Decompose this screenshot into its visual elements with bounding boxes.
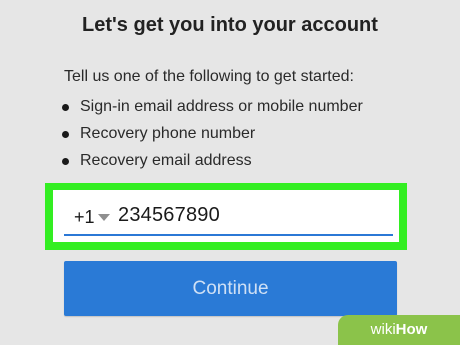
continue-button[interactable]: Continue: [64, 261, 397, 316]
country-code-select[interactable]: +1: [74, 207, 95, 228]
page-title: Let's get you into your account: [82, 14, 378, 36]
list-item: Recovery email address: [62, 150, 363, 177]
list-item: Sign-in email address or mobile number: [62, 96, 363, 123]
bullet-icon: [62, 104, 69, 111]
instructions-list: Sign-in email address or mobile number R…: [62, 96, 363, 177]
watermark-part2: How: [395, 321, 428, 338]
bullet-icon: [62, 131, 69, 138]
instructions-intro: Tell us one of the following to get star…: [64, 68, 354, 85]
watermark-part1: wiki: [370, 321, 396, 338]
list-item-label: Recovery email address: [80, 152, 252, 169]
list-item-label: Recovery phone number: [80, 125, 256, 142]
wikihow-watermark: wikiHow: [338, 315, 460, 345]
list-item-label: Sign-in email address or mobile number: [80, 98, 363, 115]
bullet-icon: [62, 158, 69, 165]
input-underline: [64, 234, 393, 236]
chevron-down-icon[interactable]: [98, 214, 110, 221]
list-item: Recovery phone number: [62, 123, 363, 150]
phone-input-field[interactable]: +1 234567890: [53, 190, 399, 242]
phone-number-input[interactable]: 234567890: [118, 204, 220, 227]
